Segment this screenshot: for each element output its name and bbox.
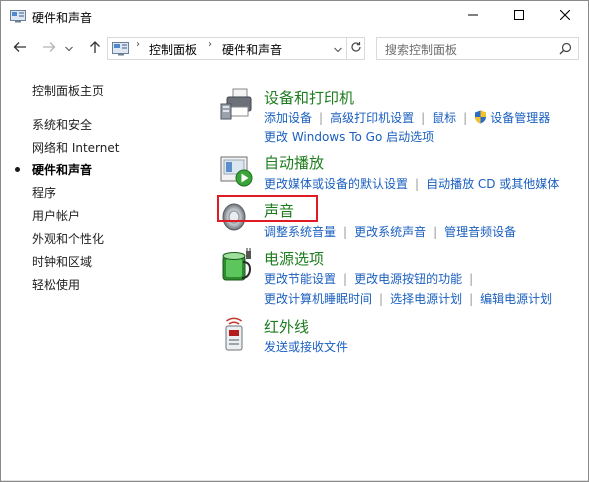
- recent-locations-button[interactable]: [62, 37, 76, 59]
- devices-printers-links-row2: 更改 Windows To Go 启动选项: [264, 128, 434, 145]
- infrared-links-row1: 发送或接收文件: [264, 338, 348, 355]
- sidebar-item-clock-region[interactable]: 时钟和区域: [32, 253, 92, 270]
- printer-icon[interactable]: [219, 87, 255, 123]
- autoplay-title[interactable]: 自动播放: [264, 152, 324, 173]
- change-system-sounds-link[interactable]: 更改系统声音: [354, 225, 426, 239]
- maximize-button[interactable]: [496, 1, 542, 31]
- device-manager-link[interactable]: 设备管理器: [490, 111, 550, 125]
- refresh-icon: [350, 41, 362, 56]
- uac-shield-icon: [474, 110, 487, 127]
- mouse-link[interactable]: 鼠标: [432, 111, 456, 125]
- control-panel-icon: [10, 9, 26, 23]
- search-placeholder: 搜索控制面板: [385, 43, 458, 57]
- sound-highlight-box: [217, 195, 318, 222]
- back-button[interactable]: [9, 37, 31, 59]
- active-bullet: [15, 167, 20, 172]
- address-toolbar: › 控制面板 › 硬件和声音 搜索控制面板: [1, 31, 588, 67]
- control-panel-icon: [112, 41, 130, 56]
- sidebar-item-user-accounts[interactable]: 用户帐户: [32, 207, 80, 224]
- minimize-icon: [468, 9, 478, 23]
- minimize-button[interactable]: [450, 1, 496, 31]
- forward-button[interactable]: [38, 37, 60, 59]
- battery-power-icon[interactable]: [219, 248, 255, 284]
- address-bar[interactable]: › 控制面板 › 硬件和声音: [107, 37, 365, 60]
- sleep-time-link[interactable]: 更改计算机睡眠时间: [264, 292, 372, 306]
- sound-links-row1: 调整系统音量 | 更改系统声音 | 管理音频设备: [264, 225, 517, 239]
- autoplay-icon[interactable]: [219, 152, 255, 188]
- autoplay-links-row1: 更改媒体或设备的默认设置 | 自动播放 CD 或其他媒体: [264, 177, 560, 191]
- power-options-title[interactable]: 电源选项: [264, 248, 324, 269]
- refresh-button[interactable]: [346, 38, 365, 59]
- power-options-links-row1: 更改节能设置 | 更改电源按钮的功能 |: [264, 272, 474, 286]
- breadcrumb-control-panel[interactable]: 控制面板: [149, 41, 197, 58]
- title-bar: 硬件和声音: [1, 1, 588, 31]
- send-receive-files-link[interactable]: 发送或接收文件: [264, 340, 348, 354]
- close-button[interactable]: [542, 1, 588, 31]
- advanced-printer-setup-link[interactable]: 高级打印机设置: [330, 111, 414, 125]
- infrared-title[interactable]: 红外线: [264, 316, 309, 337]
- devices-printers-title[interactable]: 设备和打印机: [264, 87, 354, 108]
- close-icon: [559, 9, 571, 23]
- chevron-down-icon: [334, 42, 342, 56]
- window-bottom-edge: [1, 480, 588, 481]
- manage-audio-devices-link[interactable]: 管理音频设备: [444, 225, 516, 239]
- adjust-volume-link[interactable]: 调整系统音量: [264, 225, 336, 239]
- sidebar-item-system-security[interactable]: 系统和安全: [32, 116, 92, 133]
- infrared-icon[interactable]: [219, 316, 255, 352]
- up-button[interactable]: [84, 37, 106, 59]
- change-power-saving-link[interactable]: 更改节能设置: [264, 272, 336, 286]
- arrow-up-icon: [89, 40, 101, 57]
- control-panel-window: 硬件和声音 › 控制面板 › 硬件和声音 搜索控制面板 控制面板主页 系统和安全…: [0, 0, 589, 482]
- add-device-link[interactable]: 添加设备: [264, 111, 312, 125]
- devices-printers-links-row1: 添加设备 | 高级打印机设置 | 鼠标 | 设备管理器: [264, 110, 551, 127]
- sidebar-item-home[interactable]: 控制面板主页: [32, 82, 104, 99]
- breadcrumb-separator-icon[interactable]: ›: [136, 39, 140, 50]
- power-options-links-row2: 更改计算机睡眠时间 | 选择电源计划 | 编辑电源计划: [264, 292, 553, 306]
- sidebar-item-network[interactable]: 网络和 Internet: [32, 139, 119, 156]
- search-input[interactable]: 搜索控制面板: [376, 37, 579, 60]
- sidebar-item-hardware-sound[interactable]: 硬件和声音: [32, 161, 92, 178]
- maximize-icon: [514, 9, 524, 23]
- breadcrumb-hardware-sound[interactable]: 硬件和声音: [222, 41, 282, 58]
- breadcrumb-separator-icon[interactable]: ›: [208, 39, 212, 50]
- chevron-down-icon: [65, 41, 73, 55]
- sidebar-item-appearance[interactable]: 外观和个性化: [32, 230, 104, 247]
- power-button-function-link[interactable]: 更改电源按钮的功能: [354, 272, 462, 286]
- windows-to-go-link[interactable]: 更改 Windows To Go 启动选项: [264, 130, 434, 144]
- arrow-left-icon: [13, 41, 27, 56]
- window-title: 硬件和声音: [32, 11, 93, 25]
- search-icon[interactable]: [559, 42, 572, 58]
- choose-power-plan-link[interactable]: 选择电源计划: [390, 292, 462, 306]
- sidebar-item-ease-of-access[interactable]: 轻松使用: [32, 276, 80, 293]
- address-history-button[interactable]: [330, 38, 346, 59]
- arrow-right-icon: [42, 41, 56, 56]
- sidebar-item-programs[interactable]: 程序: [32, 184, 56, 201]
- autoplay-cd-link[interactable]: 自动播放 CD 或其他媒体: [426, 177, 559, 191]
- change-media-defaults-link[interactable]: 更改媒体或设备的默认设置: [264, 177, 408, 191]
- edit-power-plan-link[interactable]: 编辑电源计划: [480, 292, 552, 306]
